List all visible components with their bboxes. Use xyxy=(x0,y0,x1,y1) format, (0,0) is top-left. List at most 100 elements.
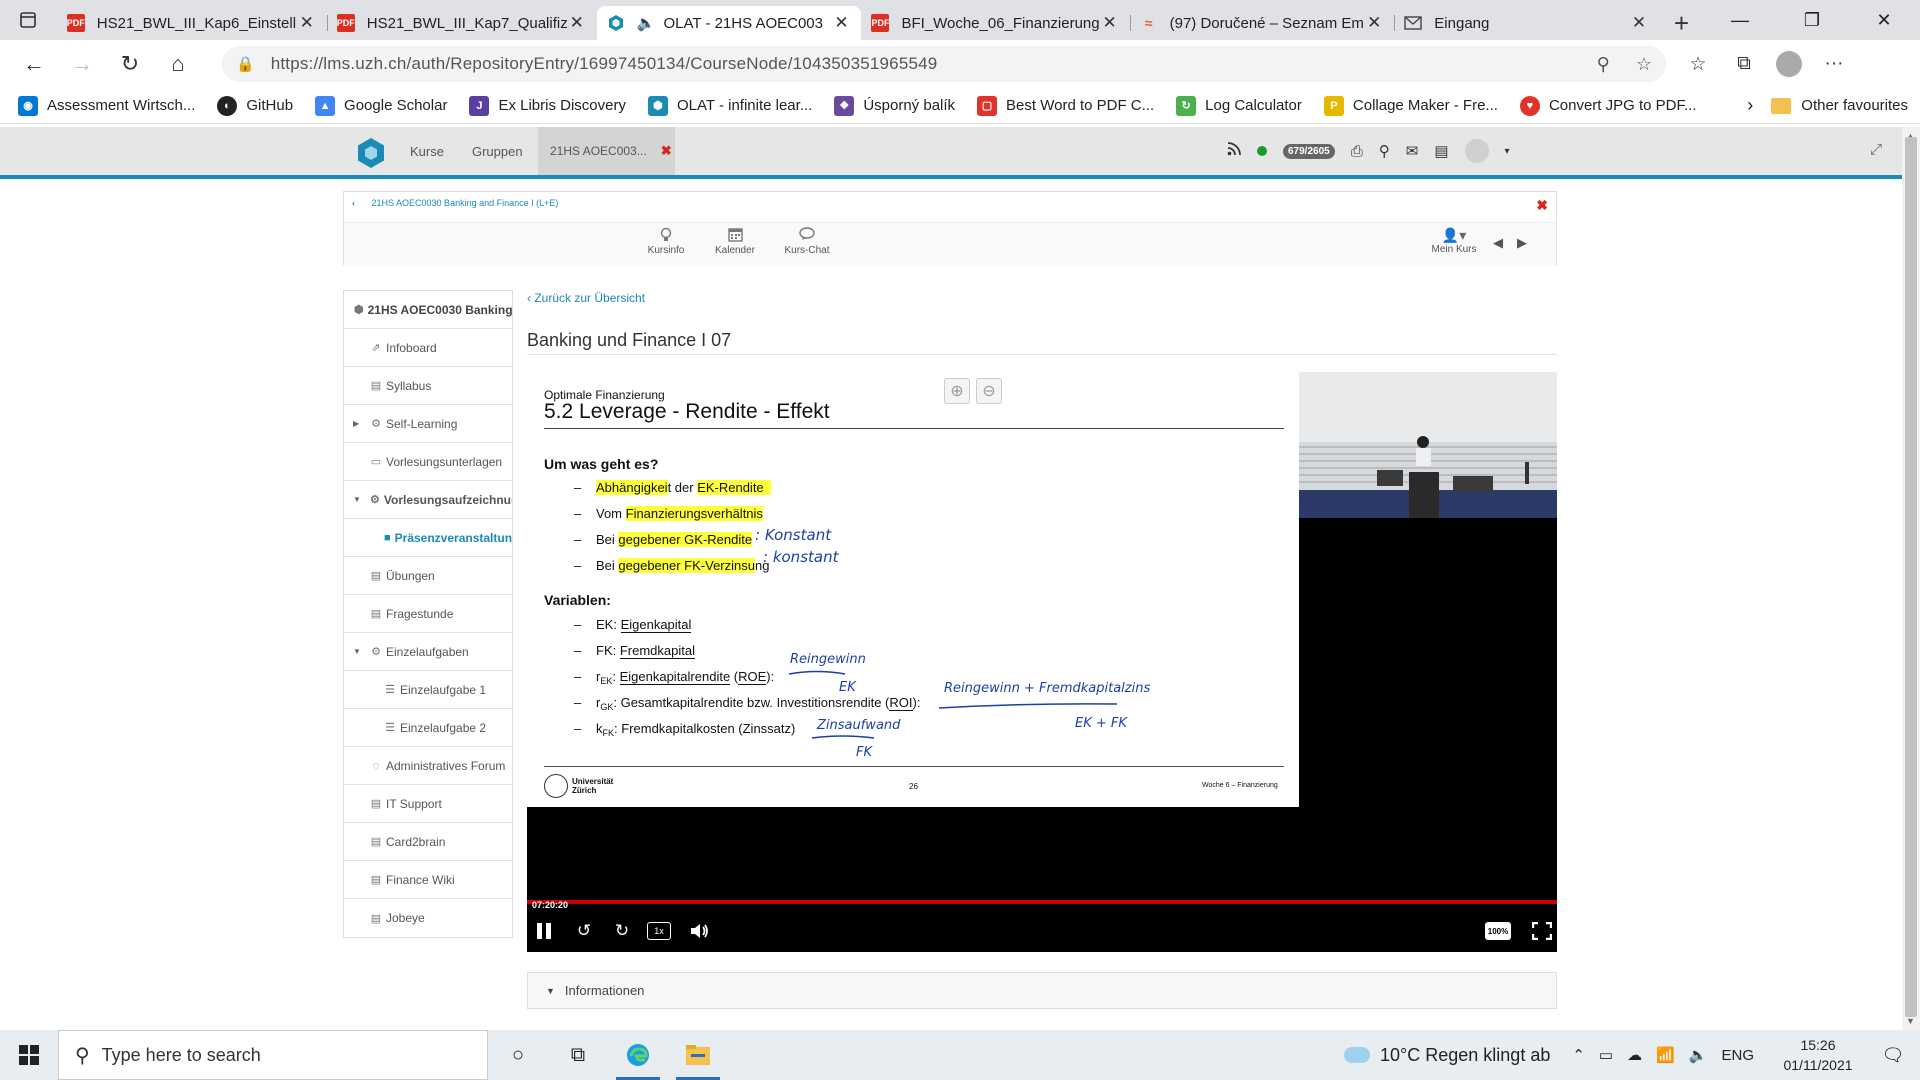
task-view-icon[interactable]: ⧉ xyxy=(548,1030,608,1080)
menu-item[interactable]: ▼ ⚙Vorlesungsaufzeichnungen xyxy=(344,481,512,519)
chevron-right-icon[interactable]: › xyxy=(1747,95,1753,116)
favourite-link[interactable]: J Ex Libris Discovery xyxy=(469,95,626,116)
home-icon[interactable]: ⌂ xyxy=(156,42,200,86)
video-player[interactable]: Optimale Finanzierung 5.2 Leverage - Ren… xyxy=(527,372,1557,952)
tab-close-icon[interactable]: ✕ xyxy=(1364,13,1384,33)
add-favourite-star-icon[interactable]: ☆ xyxy=(1636,54,1652,75)
nav-gruppen[interactable]: Gruppen xyxy=(472,144,523,159)
cortana-circle-icon[interactable]: ○ xyxy=(488,1030,548,1080)
weather-widget[interactable]: 10°C Regen klingt ab xyxy=(1344,1045,1550,1066)
favourite-link[interactable]: ⬢ OLAT - infinite lear... xyxy=(647,95,812,116)
informationen-panel[interactable]: ▼ Informationen xyxy=(527,972,1557,1009)
presenter-camera-view[interactable] xyxy=(1299,372,1557,518)
close-course-tab-icon[interactable]: ✖ xyxy=(661,143,672,159)
menu-item[interactable]: ▤ Übungen xyxy=(344,557,512,595)
online-count-badge[interactable]: 679/2605 xyxy=(1283,143,1335,159)
menu-root[interactable]: ⬢21HS AOEC0030 Banking and Finance I (L+… xyxy=(344,291,512,329)
lock-icon[interactable]: 🔒 xyxy=(236,55,255,73)
course-tab[interactable]: 21HS AOEC003... ✖ xyxy=(538,127,675,175)
file-explorer-icon[interactable] xyxy=(668,1030,728,1080)
zoom-out-icon[interactable]: ⊖ xyxy=(976,378,1002,404)
menu-item[interactable]: ▤ Fragestunde xyxy=(344,595,512,633)
windows-start-icon[interactable] xyxy=(0,1030,58,1080)
rss-icon[interactable] xyxy=(1227,142,1241,160)
video-progress-bar[interactable] xyxy=(527,900,1557,904)
favourite-link[interactable]: ♥ Convert JPG to PDF... xyxy=(1519,95,1696,116)
back-arrow-icon[interactable]: ← xyxy=(12,42,56,86)
menu-item[interactable]: ▶ ⚙ Self-Learning xyxy=(344,405,512,443)
notes-icon[interactable]: ▤ xyxy=(1434,142,1448,160)
tool-kursinfo[interactable]: Kursinfo xyxy=(631,227,701,256)
tab-close-icon[interactable]: ✕ xyxy=(831,13,851,33)
zoom-level-button[interactable]: 100% xyxy=(1485,922,1511,940)
tool-kalender[interactable]: Kalender xyxy=(700,227,770,256)
caret-down-icon[interactable]: ▾ xyxy=(1505,146,1510,157)
tool-kurs-chat[interactable]: Kurs-Chat xyxy=(772,227,842,256)
caret-right-icon[interactable]: ▶ xyxy=(353,419,359,428)
favourites-icon[interactable]: ☆ xyxy=(1684,50,1712,78)
other-favourites[interactable]: Other favourites xyxy=(1771,97,1908,114)
menu-item[interactable]: ▤ Jobeye xyxy=(344,899,512,937)
caret-down-icon[interactable]: ▼ xyxy=(353,495,361,504)
zoom-out-magnifier-icon[interactable]: ⚲ xyxy=(1597,54,1610,75)
my-course-menu[interactable]: 👤▾ Mein Kurs xyxy=(1424,227,1484,255)
menu-item-active[interactable]: ■ Präsenzveranstaltung xyxy=(344,519,512,557)
forward-skip-icon[interactable]: ↻ xyxy=(611,920,633,942)
prev-node-caret-icon[interactable]: ◀ xyxy=(1493,235,1503,251)
tab-actions-icon[interactable] xyxy=(0,0,57,40)
favourite-link[interactable]: ↻ Log Calculator xyxy=(1176,95,1302,116)
language-indicator[interactable]: ENG xyxy=(1721,1047,1754,1064)
browser-tab[interactable]: PDF HS21_BWL_III_Kap7_Qualifizi ✕ xyxy=(326,6,597,40)
url-text[interactable]: https://lms.uzh.ch/auth/RepositoryEntry/… xyxy=(271,54,1597,74)
olat-logo-icon[interactable] xyxy=(356,137,386,169)
favourite-link[interactable]: ◉ Assessment Wirtsch... xyxy=(18,95,195,116)
edge-browser-icon[interactable] xyxy=(608,1030,668,1080)
scroll-down-icon[interactable]: ▼ xyxy=(1906,1016,1915,1026)
nav-kurse[interactable]: Kurse xyxy=(410,144,444,159)
print-icon[interactable]: ⎙ xyxy=(1351,143,1363,160)
tab-close-icon[interactable]: ✕ xyxy=(1100,13,1120,33)
more-dots-icon[interactable]: ··· xyxy=(1820,50,1848,78)
battery-icon[interactable]: ▭ xyxy=(1599,1046,1613,1064)
favourite-link[interactable]: ◐ GitHub xyxy=(217,95,293,116)
fullscreen-icon[interactable] xyxy=(1531,920,1553,942)
menu-item[interactable]: ◌ Administratives Forum xyxy=(344,747,512,785)
menu-item[interactable]: ▭ Vorlesungsunterlagen xyxy=(344,443,512,481)
next-node-caret-icon[interactable]: ▶ xyxy=(1517,235,1527,251)
browser-tab[interactable]: ≈ (97) Doručené – Seznam Em ✕ xyxy=(1129,6,1395,40)
profile-avatar[interactable] xyxy=(1776,51,1802,77)
tab-close-icon[interactable]: ✕ xyxy=(567,13,587,33)
pause-icon[interactable] xyxy=(533,920,555,942)
volume-icon[interactable] xyxy=(689,920,711,942)
browser-tab-active[interactable]: 🔈 OLAT - 21HS AOEC003 ✕ xyxy=(596,6,862,40)
scrollbar-thumb[interactable] xyxy=(1905,137,1917,1017)
forward-arrow-icon[interactable]: → xyxy=(60,42,104,86)
minimize-icon[interactable]: — xyxy=(1704,0,1776,40)
rewind-icon[interactable]: ↺ xyxy=(573,920,595,942)
menu-item[interactable]: ▤ IT Support xyxy=(344,785,512,823)
browser-tab[interactable]: PDF BFI_Woche_06_Finanzierung ✕ xyxy=(861,6,1129,40)
volume-icon[interactable]: 🔈 xyxy=(1689,1046,1708,1064)
menu-item[interactable]: ▼ ⚙ Einzelaufgaben xyxy=(344,633,512,671)
new-tab-plus-icon[interactable]: + xyxy=(1659,6,1704,40)
favourite-link[interactable]: P Collage Maker - Fre... xyxy=(1323,95,1498,116)
browser-tab[interactable]: Eingang ✕ xyxy=(1394,6,1659,40)
favourite-link[interactable]: ❖ Úsporný balík xyxy=(834,95,955,116)
chevron-left-icon[interactable]: ‹ xyxy=(352,198,355,208)
speaker-icon[interactable]: 🔈 xyxy=(637,14,656,32)
onedrive-cloud-icon[interactable]: ☁ xyxy=(1627,1046,1642,1064)
favourite-link[interactable]: ▢ Best Word to PDF C... xyxy=(977,95,1154,116)
wifi-icon[interactable]: 📶 xyxy=(1656,1046,1675,1064)
clock[interactable]: 15:26 01/11/2021 xyxy=(1770,1035,1866,1075)
close-course-icon[interactable]: ✖ xyxy=(1536,197,1548,214)
menu-item[interactable]: ⇗ Infoboard xyxy=(344,329,512,367)
menu-item[interactable]: ▤ Finance Wiki xyxy=(344,861,512,899)
caret-down-icon[interactable]: ▼ xyxy=(353,647,361,656)
menu-item[interactable]: ▤ Card2brain xyxy=(344,823,512,861)
notifications-icon[interactable]: 🗨 xyxy=(1866,1045,1920,1066)
search-icon[interactable]: ⚲ xyxy=(1379,142,1390,160)
menu-item[interactable]: ☰ Einzelaufgabe 2 xyxy=(344,709,512,747)
close-window-icon[interactable]: ✕ xyxy=(1848,0,1920,40)
tab-close-icon[interactable]: ✕ xyxy=(1629,13,1649,33)
page-scrollbar[interactable]: ▲ ▼ xyxy=(1902,127,1920,1030)
